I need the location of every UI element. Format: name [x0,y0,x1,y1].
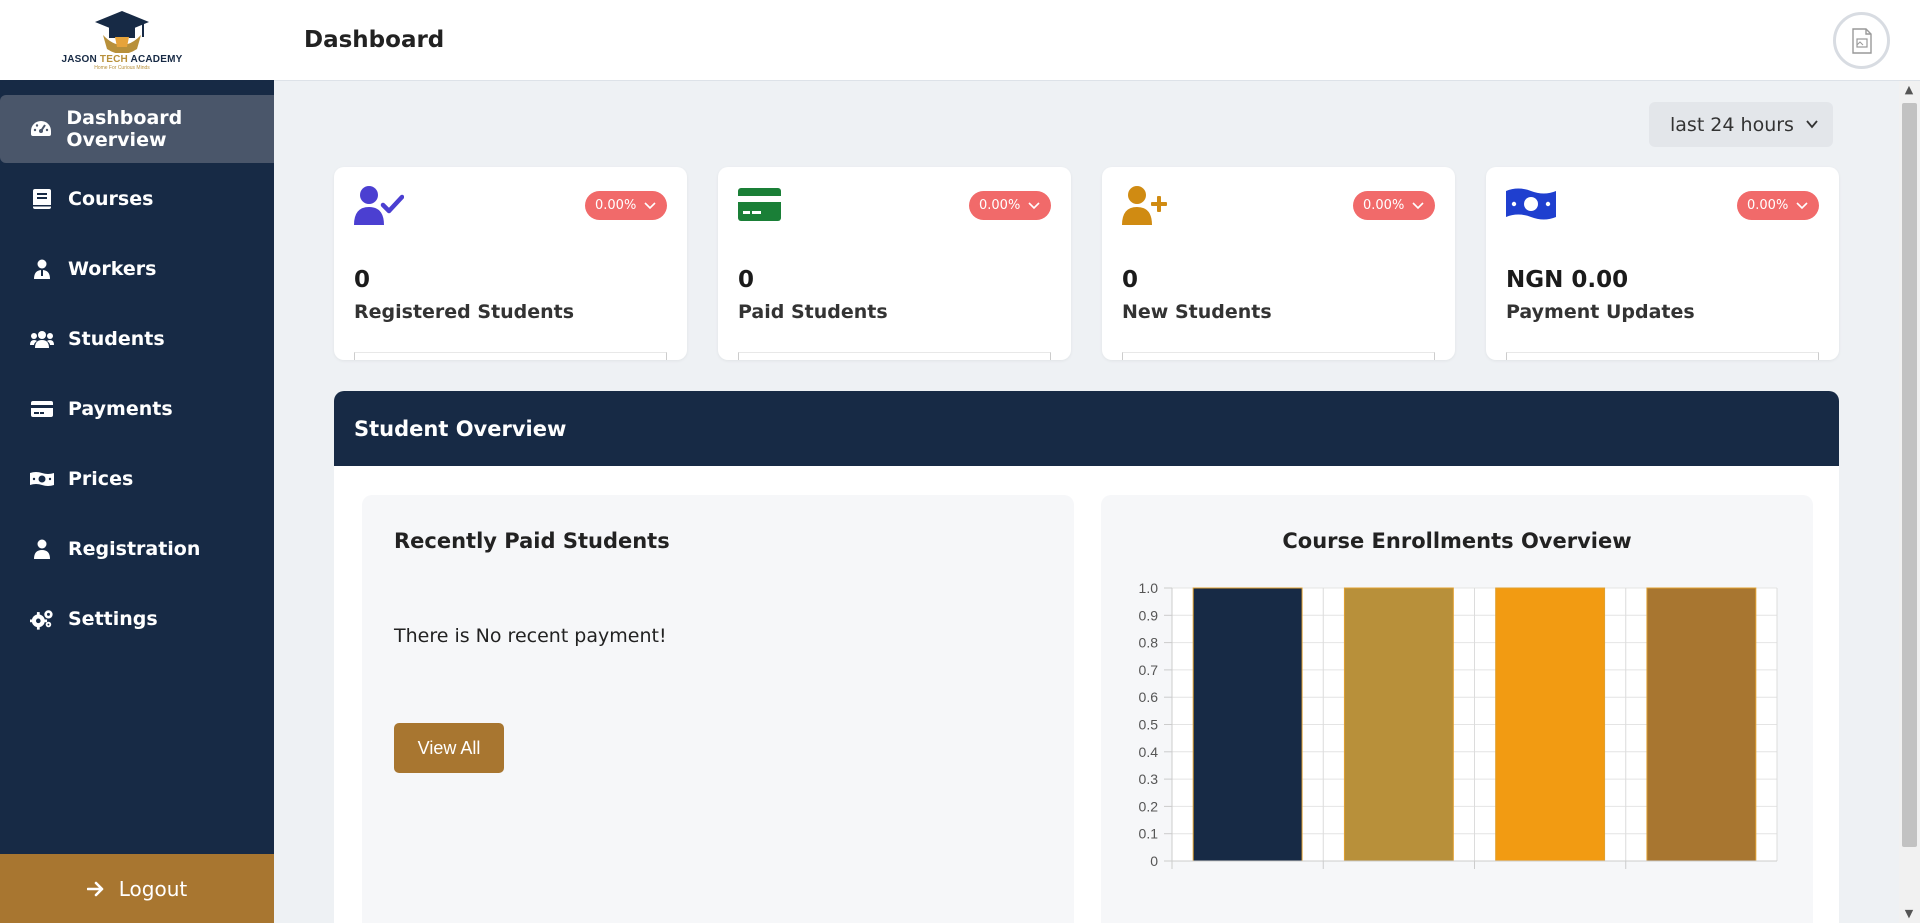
avatar[interactable] [1833,12,1890,69]
y-tick-label: 0.7 [1139,662,1159,678]
student-overview-section: Student Overview Recently Paid Students … [334,391,1839,923]
chart-title: Course Enrollments Overview [1282,529,1632,553]
card-footer [354,352,667,360]
chevron-down-icon [644,202,656,210]
stat-label: Paid Students [738,301,888,323]
broken-image-icon [1851,27,1872,54]
panel-title: Recently Paid Students [394,529,670,553]
time-range-value: last 24 hours [1670,113,1794,136]
sidebar-item-workers[interactable]: Workers [0,235,274,303]
y-tick-label: 0.9 [1139,607,1159,623]
users-icon [30,327,54,351]
scroll-down-arrow-icon[interactable]: ▼ [1903,908,1915,920]
y-tick-label: 0.8 [1139,635,1159,651]
scroll-up-arrow-icon[interactable]: ▲ [1903,84,1915,96]
sidebar-item-students[interactable]: Students [0,305,274,373]
sidebar-item-label: Courses [68,188,154,210]
stat-cards: 0.00% 0 Registered Students 0.00% 0 Paid… [334,167,1839,360]
sidebar-item-label: Students [68,328,165,350]
change-badge: 0.00% [969,191,1051,220]
stat-value: 0 [354,267,371,293]
chevron-down-icon [1412,202,1424,210]
chevron-down-icon [1796,202,1808,210]
stat-card-new-students: 0.00% 0 New Students [1102,167,1455,360]
chevron-down-icon [1806,120,1818,129]
stat-value: NGN 0.00 [1506,267,1629,293]
section-title: Student Overview [334,391,1839,466]
card-footer [1506,352,1819,360]
bar [1495,587,1606,862]
sidebar-item-dashboard-overview[interactable]: Dashboard Overview [0,95,274,163]
bar [1192,587,1303,862]
book-icon [30,187,54,211]
time-range-select[interactable]: last 24 hours [1649,102,1833,147]
stat-label: Registered Students [354,301,575,323]
graduation-cap-logo-icon [95,11,149,53]
credit-card-icon [30,397,54,421]
arrow-right-icon [86,881,104,896]
bar [1343,587,1454,862]
change-badge: 0.00% [1737,191,1819,220]
money-bill-icon [1506,185,1556,227]
user-check-icon [354,185,405,229]
logo-tagline: Home For Curious Minds [94,65,150,71]
enrollment-bar-chart: 00.10.20.30.40.50.60.70.80.91.0WDMCUDMDM… [1139,580,1778,869]
empty-state-text: There is No recent payment! [394,625,667,647]
logout-button[interactable]: Logout [0,854,274,923]
sidebar-item-label: Payments [68,398,173,420]
sidebar-item-registration[interactable]: Registration [0,515,274,583]
sidebar-item-label: Prices [68,468,134,490]
stat-value: 0 [1122,267,1139,293]
y-tick-label: 0.1 [1139,826,1159,842]
y-tick-label: 0 [1150,853,1158,869]
card-footer [738,352,1051,360]
course-enrollments-panel: Course Enrollments Overview 0 0.1 0.2 0.3 0.… [1101,495,1813,923]
sidebar-item-payments[interactable]: Payments [0,375,274,443]
gears-icon [30,607,54,631]
sidebar-nav: Dashboard Overview Courses Workers Stude… [0,80,274,653]
card-footer [1122,352,1435,360]
bar [1646,587,1757,862]
top-header: Dashboard [274,0,1920,81]
sidebar-item-label: Settings [68,608,158,630]
sidebar-item-prices[interactable]: Prices [0,445,274,513]
gauge-icon [30,117,52,141]
scrollbar[interactable]: ▲ ▼ [1899,81,1920,923]
user-plus-icon [1122,185,1172,229]
sidebar-item-label: Workers [68,258,157,280]
y-tick-label: 0.2 [1139,798,1159,814]
change-badge: 0.00% [585,191,667,220]
y-tick-label: 0.6 [1139,689,1159,705]
sidebar-item-settings[interactable]: Settings [0,585,274,653]
stat-label: Payment Updates [1506,301,1695,323]
sidebar-item-label: Registration [68,538,201,560]
view-all-button[interactable]: View All [394,723,504,773]
money-icon [30,467,54,491]
stat-card-payment-updates: 0.00% NGN 0.00 Payment Updates [1486,167,1839,360]
stat-card-registered-students: 0.00% 0 Registered Students [334,167,687,360]
sidebar-item-courses[interactable]: Courses [0,165,274,233]
main-content: last 24 hours 0.00% 0 Registered Student… [274,81,1899,923]
sidebar: JASON TECH ACADEMY Home For Curious Mind… [0,0,274,923]
chevron-down-icon [1028,202,1040,210]
worker-icon [30,257,54,281]
logo-text: JASON TECH ACADEMY [61,54,183,65]
page-title: Dashboard [304,27,445,53]
stat-value: 0 [738,267,755,293]
logo[interactable]: JASON TECH ACADEMY Home For Curious Mind… [0,0,274,80]
user-icon [30,537,54,561]
sidebar-item-label: Dashboard Overview [66,107,183,151]
y-tick-label: 0.3 [1139,771,1159,787]
credit-card-icon [738,185,782,227]
logout-label: Logout [118,876,188,901]
stat-card-paid-students: 0.00% 0 Paid Students [718,167,1071,360]
recently-paid-panel: Recently Paid Students There is No recen… [362,495,1074,923]
stat-label: New Students [1122,301,1272,323]
change-badge: 0.00% [1353,191,1435,220]
y-tick-label: 0.4 [1139,744,1159,760]
y-tick-label: 0.5 [1139,717,1159,733]
scroll-thumb[interactable] [1902,103,1917,847]
y-tick-label: 1.0 [1139,580,1159,596]
